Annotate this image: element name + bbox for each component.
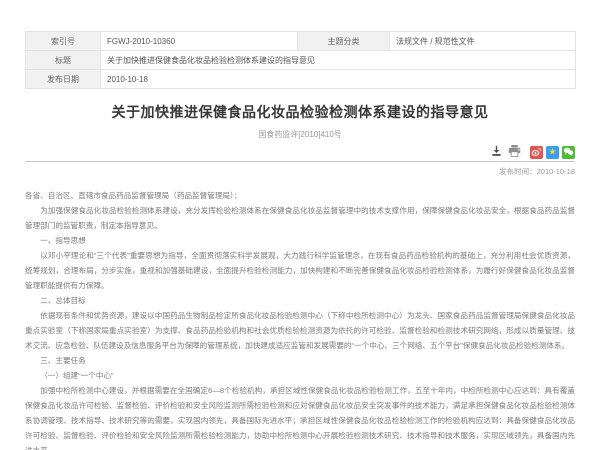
document-number: 国食药监许[2010]410号 — [25, 129, 575, 140]
section-heading-2: 二、总体目标 — [25, 293, 575, 308]
article-toolbar: ★ — [25, 147, 575, 162]
paragraph: 加强中检所检测中心建设，并根据需要在全国确定6—8个检验机构，承担区域性保健食品… — [25, 383, 575, 450]
weibo-share-icon — [531, 144, 542, 162]
page-title: 关于加快推进保健食品化妆品检验检测体系建设的指导意见 — [25, 102, 575, 122]
download-icon — [491, 144, 502, 162]
weibo-share-button[interactable] — [530, 146, 543, 159]
paragraph: 以邓小平理论和“三个代表”重要思想为指导，全面贯彻落实科学发展观，大力践行科学监… — [25, 248, 575, 293]
salutation-line: 各省、自治区、直辖市食品药品监督管理局（药品监督管理局）： — [25, 188, 575, 203]
table-row: 发布日期 2010-10-18 — [26, 70, 576, 89]
meta-value-title: 关于加快推进保健食品化妆品检验检测体系建设的指导意见 — [101, 51, 576, 70]
section-heading-1: 一、指导思想 — [25, 233, 575, 248]
table-row: 索引号 FGWJ-2010-10360 主题分类 法规文件 / 规范性文件 — [26, 32, 576, 51]
meta-label-category: 主题分类 — [298, 32, 390, 51]
printer-icon — [508, 144, 521, 162]
wechat-share-button[interactable] — [562, 146, 575, 159]
meta-value-index: FGWJ-2010-10360 — [101, 32, 298, 51]
qzone-share-button[interactable]: ★ — [546, 146, 559, 159]
meta-value-date: 2010-10-18 — [101, 70, 576, 89]
meta-value-category: 法规文件 / 规范性文件 — [390, 32, 576, 51]
paragraph: 为加强保健食品化妆品检验检测体系建设，充分发挥检验检测体系在保健食品化妆品监督管… — [25, 203, 575, 233]
meta-label-title: 标题 — [26, 51, 101, 70]
section-heading-3: 三、主要任务 — [25, 353, 575, 368]
document-page: 索引号 FGWJ-2010-10360 主题分类 法规文件 / 规范性文件 标题… — [0, 0, 600, 450]
print-button[interactable] — [507, 146, 521, 159]
meta-label-date: 发布日期 — [26, 70, 101, 89]
document-meta-table: 索引号 FGWJ-2010-10360 主题分类 法规文件 / 规范性文件 标题… — [25, 31, 576, 89]
wechat-share-icon — [563, 144, 574, 162]
subsection-heading: （一）组建“一个中心” — [25, 368, 575, 383]
meta-label-index: 索引号 — [26, 32, 101, 51]
article-body: 各省、自治区、直辖市食品药品监督管理局（药品监督管理局）： 为加强保健食品化妆品… — [25, 188, 575, 450]
qzone-share-icon: ★ — [548, 148, 556, 157]
publish-time: 发布时间：2010-10-18 — [25, 166, 575, 177]
paragraph: 依据现有条件和优势资源，建设以中国药品生物制品检定所食品化妆品检验检测中心（下称… — [25, 308, 575, 353]
download-button[interactable] — [489, 146, 503, 159]
table-row: 标题 关于加快推进保健食品化妆品检验检测体系建设的指导意见 — [26, 51, 576, 70]
